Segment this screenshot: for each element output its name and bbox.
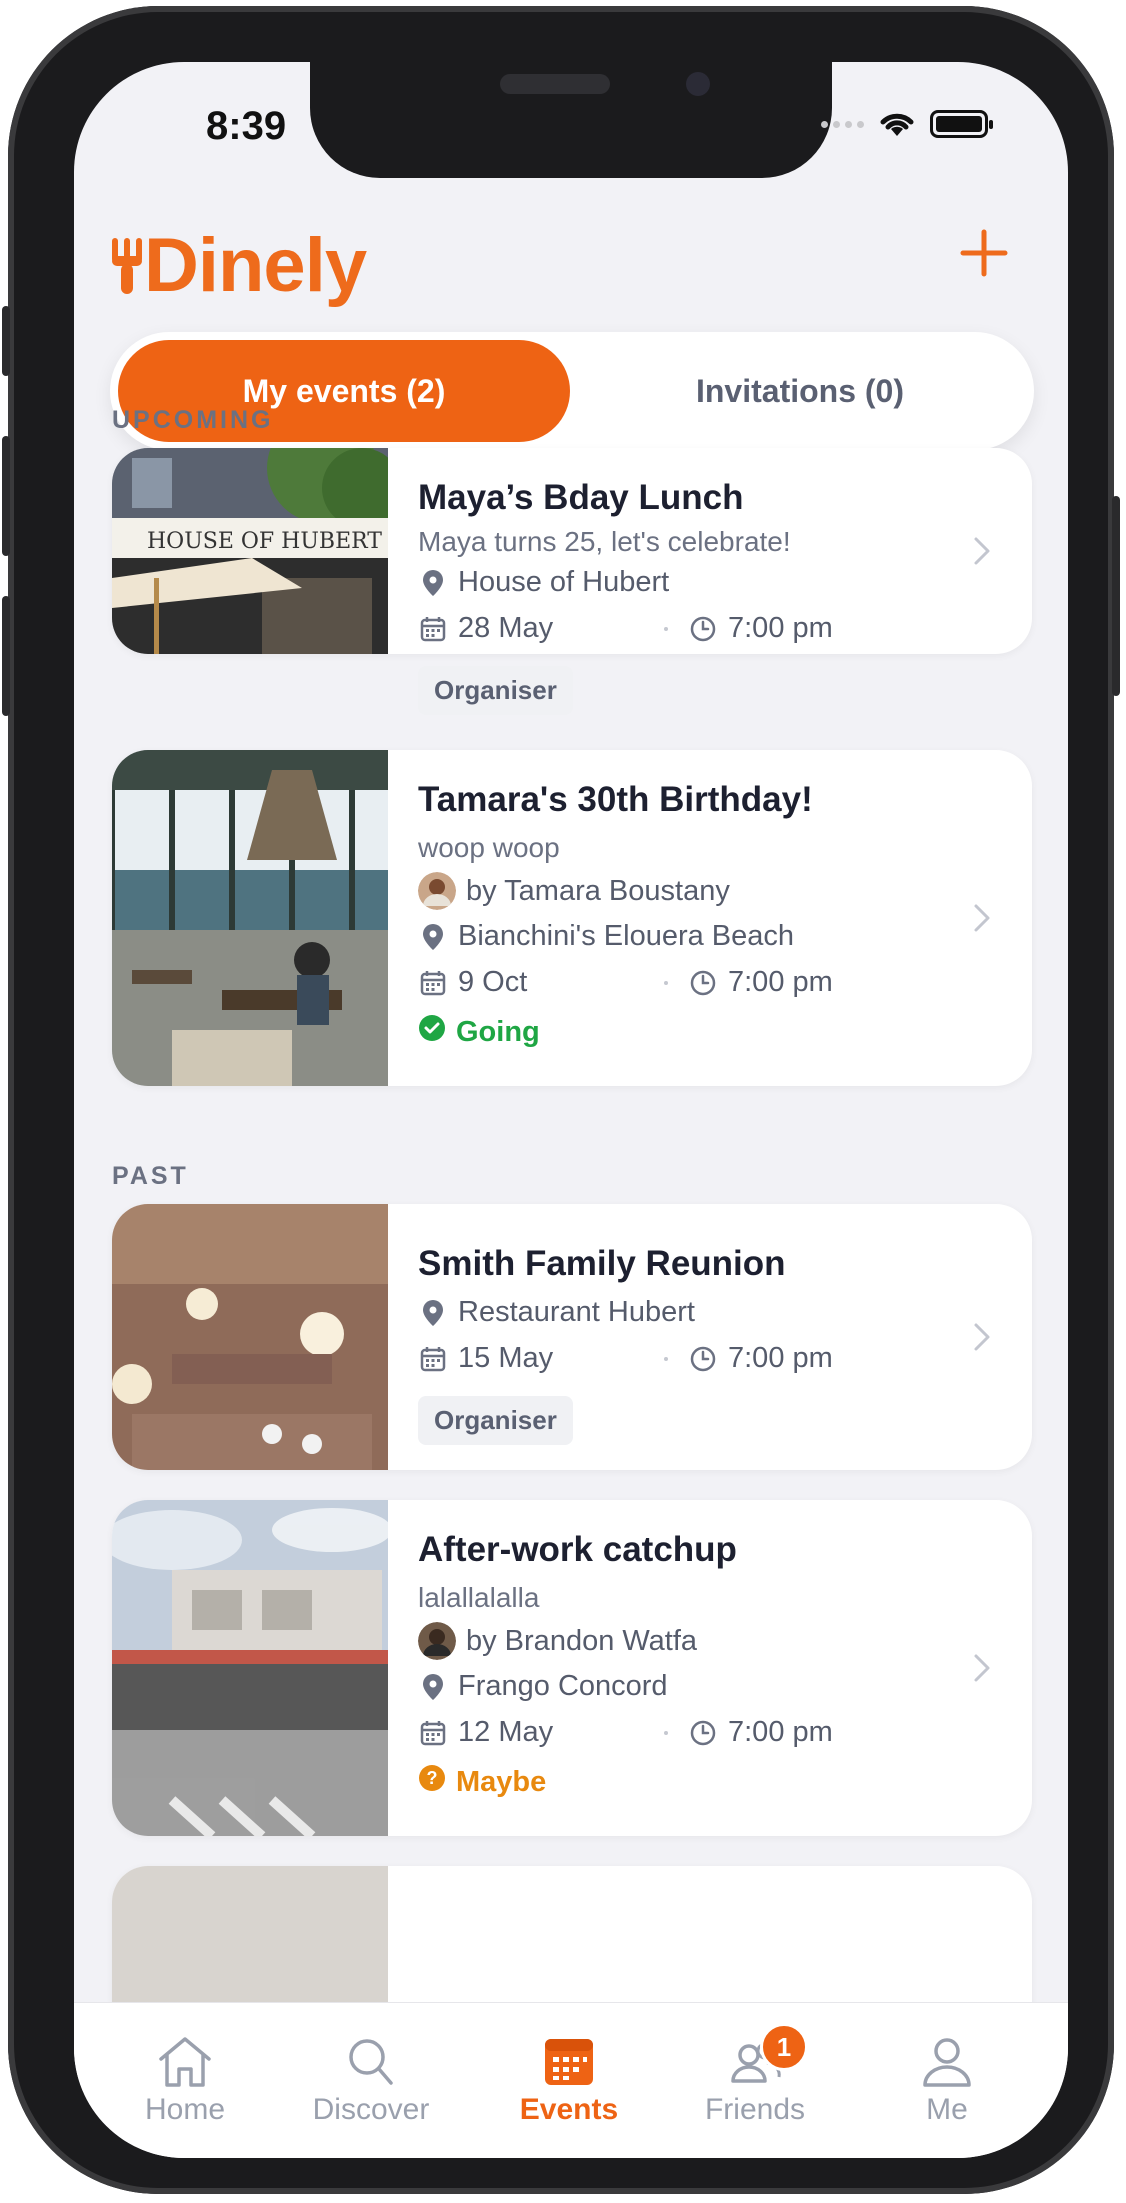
event-date: 12 May [458,1716,554,1748]
plus-icon [960,229,1008,277]
event-card[interactable]: HOUSE OF HUBERT Maya’s Bday Lunch Maya t… [112,448,1032,654]
calendar-icon [420,1720,446,1745]
event-venue: House of Hubert [458,566,670,598]
tab-me[interactable]: Me [872,2033,1022,2127]
app-name-rest: inely [197,223,367,308]
app-screen: 8:39 Dinely My events (2) Invitations (0… [74,62,1068,2158]
event-host-row: by Tamara Boustany [418,872,730,910]
event-host: by Brandon Watfa [466,1624,698,1657]
notch [310,62,832,178]
calendar-icon [420,1346,446,1371]
event-title: Maya’s Bday Lunch [418,478,744,517]
wifi-icon [880,113,914,136]
event-title: Smith Family Reunion [418,1244,786,1283]
clock-icon [690,616,716,641]
event-time: 7:00 pm [728,1342,833,1374]
home-icon [159,2037,211,2087]
phone-frame: 8:39 Dinely My events (2) Invitations (0… [2,6,1120,2194]
chevron-right-icon [974,1654,990,1682]
tab-events[interactable]: Events [494,2033,644,2127]
event-venue: Frango Concord [458,1670,668,1702]
clock-icon [690,1720,716,1745]
event-title: After-work catchup [418,1530,737,1569]
location-pin-icon [423,1299,443,1326]
event-image: HOUSE OF HUBERT [112,448,388,654]
event-datetime-row: 28 May 7:00 pm [418,612,833,645]
event-host-row: by Brandon Watfa [418,1622,697,1660]
rsvp-status: ? Maybe [418,1764,546,1800]
calendar-icon [420,616,446,641]
event-title: Tamara's 30th Birthday! [418,780,813,819]
event-subtitle: lalallalalla [418,1582,540,1613]
location-pin-icon [423,569,443,596]
add-event-button[interactable] [956,228,1012,284]
event-time: 7:00 pm [728,612,833,644]
event-image [112,1500,388,1836]
signal-icon [821,120,864,128]
event-date: 28 May [458,612,554,644]
tab-me-label: Me [926,2093,968,2126]
tab-events-label: Events [519,2093,619,2126]
event-time: 7:00 pm [728,966,833,998]
event-subtitle: woop woop [418,832,560,863]
event-date: 9 Oct [458,966,528,998]
event-venue: Restaurant Hubert [458,1296,695,1328]
chevron-right-icon [974,1323,990,1351]
person-icon [923,2038,971,2087]
clock-icon [690,970,716,995]
tab-invitations[interactable]: Invitations (0) [574,340,1026,442]
section-upcoming: UPCOMING [112,406,274,434]
event-venue: Bianchini's Elouera Beach [458,920,795,952]
event-datetime-row: 9 Oct 7:00 pm [418,966,833,999]
avatar [418,872,456,910]
battery-icon [930,110,993,138]
tab-home[interactable]: Home [110,2033,260,2127]
organiser-tag: Organiser [418,1396,573,1445]
event-image [112,1204,388,1470]
hubert-sign: HOUSE OF HUBERT [147,529,382,554]
event-venue-row: Restaurant Hubert [418,1296,695,1329]
avatar [418,1622,456,1660]
fork-logo-icon [112,237,142,294]
event-datetime-row: 12 May 7:00 pm [418,1716,833,1749]
tab-friends[interactable]: 1 Friends [680,2023,830,2127]
section-past: PAST [112,1162,189,1190]
chevron-right-icon [974,537,990,565]
rsvp-status-label: Going [456,1015,540,1048]
event-image [112,750,388,1086]
search-icon [349,2039,393,2085]
app-logo: Dinely [112,222,367,309]
location-pin-icon [423,1673,443,1700]
tab-friends-label: Friends [704,2093,806,2126]
event-host: by Tamara Boustany [466,874,730,907]
event-card[interactable]: After-work catchup lalallalalla by Brand… [112,1500,1032,1836]
location-pin-icon [423,923,443,950]
event-datetime-row: 15 May 7:00 pm [418,1342,833,1375]
rsvp-status-label: Maybe [456,1765,547,1798]
friends-badge: 1 [760,2023,808,2071]
rsvp-status: Going [418,1014,540,1050]
check-circle-icon [419,1015,445,1041]
event-subtitle: Maya turns 25, let's celebrate! [418,526,791,557]
event-venue-row: House of Hubert [418,566,669,599]
question-circle-icon: ? [419,1765,445,1791]
event-time: 7:00 pm [728,1716,833,1748]
app-name: D [144,223,199,308]
chevron-right-icon [974,904,990,932]
status-time: 8:39 [206,104,287,148]
status-icons [821,110,993,138]
calendar-icon [420,970,446,995]
event-venue-row: Bianchini's Elouera Beach [418,920,794,953]
calendar-tab-icon [545,2039,593,2085]
event-venue-row: Frango Concord [418,1670,668,1703]
bottom-tab-bar: Home Discover Events 1 Friends Me [74,2002,1068,2158]
organiser-tag: Organiser [418,666,573,715]
tab-home-label: Home [144,2093,226,2126]
tab-discover[interactable]: Discover [296,2033,446,2127]
svg-text:?: ? [427,1768,438,1788]
event-card[interactable]: Tamara's 30th Birthday! woop woop by Tam… [112,750,1032,1086]
clock-icon [690,1346,716,1371]
event-date: 15 May [458,1342,554,1374]
tab-discover-label: Discover [312,2093,430,2126]
